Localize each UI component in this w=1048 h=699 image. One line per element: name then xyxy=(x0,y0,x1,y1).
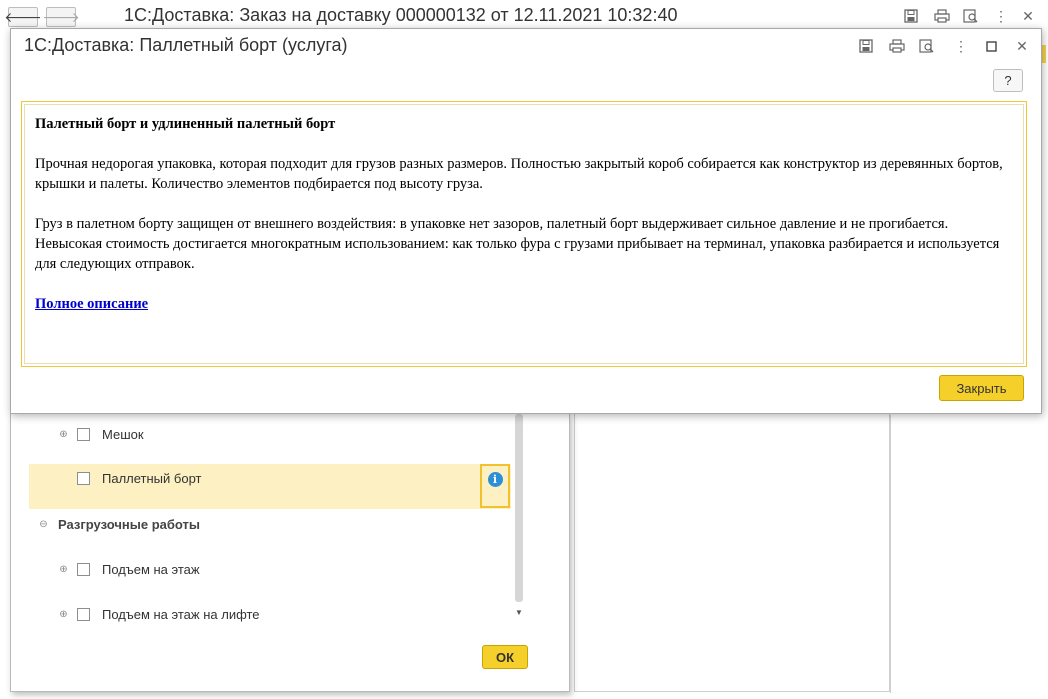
ok-button[interactable]: ОК xyxy=(482,645,528,669)
full-description-link[interactable]: Полное описание xyxy=(35,296,148,312)
close-icon[interactable]: ✕ xyxy=(1012,37,1032,55)
info-icon: i xyxy=(487,472,503,487)
list-item-selected[interactable]: Паллетный борт xyxy=(29,464,511,509)
right-panel-divider xyxy=(890,415,891,693)
list-item[interactable]: ⊕ Мешок xyxy=(29,414,511,459)
arrow-left-icon: 🡐 xyxy=(4,8,42,25)
close-icon[interactable]: ✕ xyxy=(1018,7,1038,25)
checkbox[interactable] xyxy=(77,563,90,576)
expand-icon[interactable]: ⊕ xyxy=(59,609,68,620)
list-group[interactable]: ⊖ Разгрузочные работы xyxy=(29,504,511,549)
back-button[interactable]: 🡐 xyxy=(4,7,42,27)
checkbox[interactable] xyxy=(77,608,90,621)
right-panel-highlight xyxy=(1042,45,1046,63)
checkbox[interactable] xyxy=(77,428,90,441)
preview-icon[interactable] xyxy=(961,7,981,25)
dialog-title: 1С:Доставка: Паллетный борт (услуга) xyxy=(24,35,348,55)
description-content: Палетный борт и удлиненный палетный борт… xyxy=(24,104,1024,364)
forward-button[interactable]: 🡒 xyxy=(42,7,80,27)
list-item-label: Подъем на этаж на лифте xyxy=(102,607,260,622)
services-dialog: ⊕ Мешок Паллетный борт i ⊖ Разгрузочные … xyxy=(10,414,570,692)
scroll-down-icon[interactable]: ▼ xyxy=(515,608,523,617)
main-window-title: 1С:Доставка: Заказ на доставку 000000132… xyxy=(124,5,678,25)
save-icon[interactable] xyxy=(901,7,921,25)
more-icon[interactable]: ⋮ xyxy=(991,7,1011,25)
description-frame: Палетный борт и удлиненный палетный борт… xyxy=(21,101,1027,367)
print-icon[interactable] xyxy=(887,37,907,55)
scrollbar[interactable] xyxy=(515,414,523,602)
list-item[interactable]: ⊕ Подъем на этаж xyxy=(29,549,511,594)
more-icon[interactable]: ⋮ xyxy=(951,37,971,55)
print-icon[interactable] xyxy=(932,7,952,25)
info-button[interactable]: i xyxy=(480,464,510,508)
close-button[interactable]: Закрыть xyxy=(939,375,1024,401)
save-icon[interactable] xyxy=(856,37,876,55)
list-item-label: Подъем на этаж xyxy=(102,562,200,577)
checkbox[interactable] xyxy=(77,472,90,485)
description-paragraph-2: Груз в палетном борту защищен от внешнег… xyxy=(35,216,1000,272)
service-info-dialog: 1С:Доставка: Паллетный борт (услуга) ⋮ ✕… xyxy=(10,28,1042,414)
description-heading: Палетный борт и удлиненный палетный борт xyxy=(35,116,336,132)
preview-icon[interactable] xyxy=(917,37,937,55)
collapse-icon[interactable]: ⊖ xyxy=(39,519,48,530)
list-item-label: Мешок xyxy=(102,427,144,442)
list-item-label: Паллетный борт xyxy=(102,471,202,486)
list-item[interactable]: ⊕ Подъем на этаж на лифте xyxy=(29,594,511,639)
help-button[interactable]: ? xyxy=(993,69,1023,92)
details-panel xyxy=(574,414,890,692)
expand-icon[interactable]: ⊕ xyxy=(59,564,68,575)
list-group-label: Разгрузочные работы xyxy=(58,517,200,532)
description-paragraph-1: Прочная недорогая упаковка, которая подх… xyxy=(35,156,1003,192)
arrow-right-icon: 🡒 xyxy=(42,8,80,25)
maximize-icon[interactable] xyxy=(981,37,1001,55)
expand-icon[interactable]: ⊕ xyxy=(59,429,68,440)
